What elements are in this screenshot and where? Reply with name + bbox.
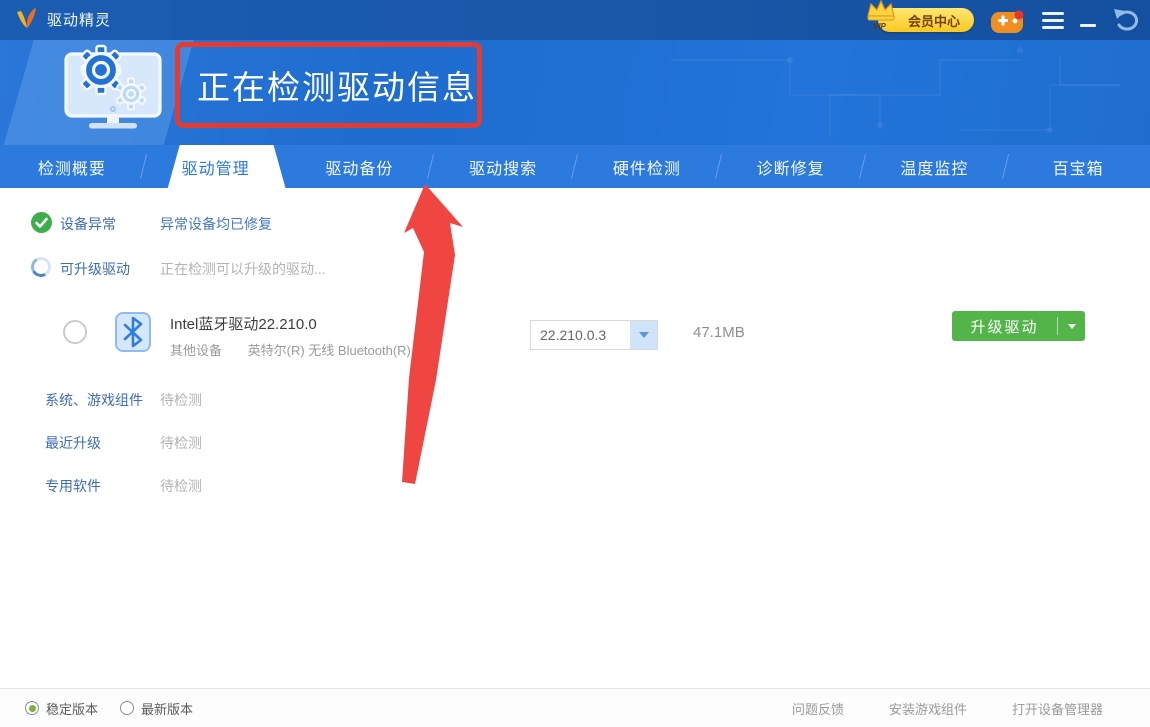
upgrade-options-button[interactable] — [1058, 324, 1085, 329]
chevron-down-icon — [639, 332, 649, 338]
tab-driver-backup[interactable]: 驱动备份 — [288, 145, 432, 188]
driver-management-panel: 设备异常 异常设备均已修复 可升级驱动 正在检测可以升级的驱动... Intel… — [0, 188, 1150, 688]
chevron-down-icon — [1068, 324, 1076, 329]
svg-text:VIP: VIP — [873, 22, 887, 31]
version-dropdown-button[interactable] — [630, 321, 657, 349]
radio-stable-version[interactable]: 稳定版本 — [25, 699, 98, 718]
upgradable-drivers-label: 可升级驱动 — [60, 259, 130, 279]
footer-bar: 稳定版本 最新版本 问题反馈 安装游戏组件 打开设备管理器 — [0, 688, 1150, 727]
driver-category: 其他设备 — [170, 343, 222, 358]
feedback-link[interactable]: 问题反馈 — [792, 699, 844, 718]
main-menu-button[interactable] — [1042, 12, 1064, 29]
category-status: 待检测 — [160, 390, 202, 410]
check-circle-icon — [31, 212, 52, 233]
upgrade-driver-button[interactable]: 升级驱动 — [952, 311, 1085, 341]
category-recent-upgrades: 最近升级 待检测 — [45, 433, 101, 453]
undo-icon[interactable] — [1112, 7, 1142, 33]
device-abnormal-label: 设备异常 — [60, 214, 116, 234]
main-tab-bar: 检测概要 驱动管理 驱动备份 驱动搜索 硬件检测 诊断修复 温度监控 百宝箱 — [0, 145, 1150, 188]
app-title: 驱动精灵 — [47, 9, 111, 30]
category-status: 待检测 — [160, 476, 202, 496]
open-device-manager-link[interactable]: 打开设备管理器 — [1012, 699, 1103, 718]
app-logo: 驱动精灵 — [14, 6, 111, 32]
detection-status-title: 正在检测驱动信息 — [180, 61, 477, 109]
tab-hardware-detection[interactable]: 硬件检测 — [575, 145, 719, 188]
header-banner: 正在检测驱动信息 — [0, 40, 1150, 145]
vip-crown-icon: VIP — [862, 0, 898, 31]
version-value: 22.210.0.3 — [531, 327, 630, 343]
game-center-button[interactable] — [990, 6, 1026, 34]
gamepad-icon — [990, 6, 1026, 34]
driver-size: 47.1MB — [693, 324, 745, 341]
category-label: 专用软件 — [45, 478, 101, 494]
loading-spinner-icon — [29, 255, 53, 279]
minimize-button[interactable] — [1080, 11, 1096, 29]
category-dedicated-software: 专用软件 待检测 — [45, 476, 101, 496]
category-label: 系统、游戏组件 — [45, 392, 143, 408]
driver-name: Intel蓝牙驱动22.210.0 — [170, 313, 317, 334]
app-window: 驱动精灵 VIP 会员中心 — [0, 0, 1150, 727]
tab-diagnose-repair[interactable]: 诊断修复 — [719, 145, 863, 188]
tab-detection-summary[interactable]: 检测概要 — [0, 145, 144, 188]
upgradable-drivers-status: 正在检测可以升级的驱动... — [160, 259, 326, 279]
version-type-radio-group: 稳定版本 最新版本 — [25, 689, 193, 727]
radio-unselected-icon — [120, 701, 134, 715]
radio-selected-icon — [25, 701, 39, 715]
circuit-pattern — [630, 40, 1150, 145]
driver-device: 英特尔(R) 无线 Bluetooth(R) — [248, 343, 411, 358]
tab-temperature-monitor[interactable]: 温度监控 — [863, 145, 1007, 188]
vip-center-label: 会员中心 — [908, 11, 960, 30]
upgrade-driver-label: 升级驱动 — [952, 316, 1057, 337]
version-dropdown[interactable]: 22.210.0.3 — [530, 320, 658, 350]
device-abnormal-status: 异常设备均已修复 — [160, 214, 272, 234]
driver-row-checkbox[interactable] — [63, 320, 87, 344]
tab-toolbox[interactable]: 百宝箱 — [1006, 145, 1150, 188]
logo-bird-icon — [14, 6, 40, 32]
category-system-game-components: 系统、游戏组件 待检测 — [45, 390, 143, 410]
driver-subtitle: 其他设备 英特尔(R) 无线 Bluetooth(R) — [170, 340, 411, 359]
tab-driver-search[interactable]: 驱动搜索 — [431, 145, 575, 188]
category-label: 最近升级 — [45, 435, 101, 451]
category-status: 待检测 — [160, 433, 202, 453]
title-bar: 驱动精灵 VIP 会员中心 — [0, 0, 1150, 40]
radio-latest-version[interactable]: 最新版本 — [120, 699, 193, 718]
red-highlight-box: 正在检测驱动信息 — [175, 42, 482, 128]
tab-driver-management[interactable]: 驱动管理 — [144, 145, 288, 188]
install-game-components-link[interactable]: 安装游戏组件 — [889, 699, 967, 718]
monitor-gears-icon — [58, 42, 168, 138]
footer-links: 问题反馈 安装游戏组件 打开设备管理器 — [792, 689, 1103, 727]
vip-center-button[interactable]: VIP 会员中心 — [878, 8, 974, 32]
bluetooth-icon — [115, 312, 151, 352]
gear-large — [81, 46, 121, 94]
